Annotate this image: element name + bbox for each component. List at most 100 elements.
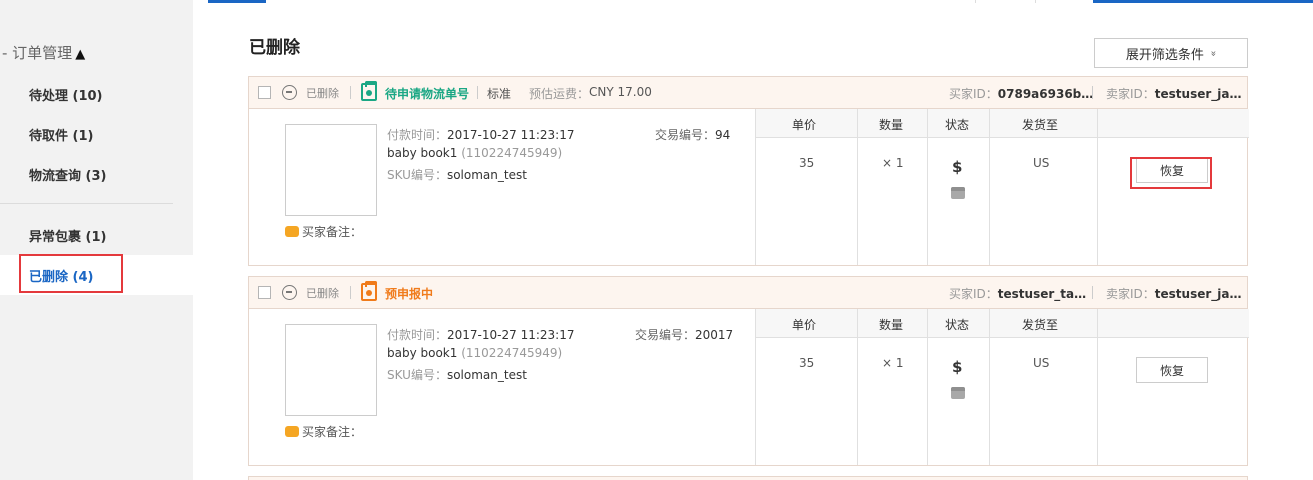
pay-time: 付款时间：2017-10-27 11:23:17 [387,126,574,143]
ship-to-country: US [1033,156,1050,170]
product-thumbnail[interactable] [285,324,377,416]
grid-column-divider [989,309,990,465]
grid-column-divider [1097,109,1098,265]
pay-time-value: 2017-10-27 11:23:17 [447,328,575,342]
unit-price: 35 [799,156,815,170]
payment-dollar-icon: $ [952,358,963,376]
seller-id-value: testuser_ja… [1154,87,1242,101]
order-header: 已删除 待申请物流单号 标准 预估运费： CNY 17.00 买家ID：0789… [249,77,1247,109]
sidebar-item-awaiting-pickup[interactable]: 待取件 (1) [29,125,93,144]
header-unit-price: 单价 [792,118,817,132]
order-body: 付款时间：2017-10-27 11:23:17 交易编号：20017 baby… [249,309,1249,465]
trade-number-label: 交易编号： [655,128,716,142]
header-quantity: 数量 [879,118,904,132]
header-quantity: 数量 [879,318,904,332]
buyer-memo-label: 买家备注： [302,225,363,239]
grid-column-divider [857,309,858,465]
sidebar-item-exception-parcels[interactable]: 异常包裹 (1) [29,226,106,245]
sidebar-item-pending[interactable]: 待处理 (10) [29,85,103,104]
sku-label: SKU编号： [387,168,447,182]
order-header: 已删除 预申报中 买家ID：testuser_ta… 卖家ID：testuser… [249,277,1247,309]
grid-column-divider [989,109,990,265]
package-icon [951,387,965,399]
order-card: 已删除 待申请物流单号 标准 预估运费： CNY 17.00 买家ID：0789… [248,76,1249,266]
unit-price: 35 [799,356,815,370]
order-select-checkbox[interactable] [258,286,271,299]
trade-number: 交易编号：20017 [635,326,733,343]
grid-header-row [756,109,1249,138]
header-separator [1092,286,1093,299]
sidebar-divider [0,203,173,204]
sidebar: - 订单管理 ▲ 待处理 (10) 待取件 (1) 物流查询 (3) 异常包裹 (… [0,0,193,480]
sku-value: soloman_test [446,368,527,382]
order-detail-grid: 单价 数量 状态 发货至 35 × 1 $ US 恢复 [755,309,1249,465]
freight-label: 预估运费： [529,87,590,101]
chat-bubble-icon [285,221,299,237]
grid-header-row [756,309,1249,338]
next-order-card-edge [248,476,1248,480]
page-title: 已删除 [249,38,300,58]
header-separator [1092,86,1093,99]
highlight-box-restore [1130,157,1212,189]
header-status: 状态 [945,118,970,132]
restore-button[interactable]: 恢复 [1136,357,1208,383]
quantity: × 1 [882,156,904,170]
tab-active-indicator-right [1093,0,1313,3]
clipboard-dot [366,90,372,96]
buyer-id-value: 0789a6936b… [997,87,1094,101]
deleted-minus-icon [282,85,297,100]
order-card: 已删除 预申报中 买家ID：testuser_ta… 卖家ID：testuser… [248,276,1249,466]
order-status: 预申报中 [385,287,434,301]
expand-filter-button[interactable]: 展开筛选条件 » [1094,38,1248,68]
quantity: × 1 [882,356,904,370]
payment-dollar-icon: $ [952,158,963,176]
clipboard-dot [366,290,372,296]
sku-value: soloman_test [446,168,527,182]
sidebar-heading[interactable]: - 订单管理 ▲ [2,42,85,63]
order-detail-grid: 单价 数量 状态 发货至 35 × 1 $ US 恢复 [755,109,1249,265]
header-separator [350,86,351,99]
top-tab-strip [193,0,1313,3]
product-id: (110224745949) [461,346,563,360]
trade-number: 交易编号：94 [655,126,730,143]
service-type: 标准 [487,87,512,101]
grid-column-divider [1097,309,1098,465]
seller-id-label: 卖家ID： [1106,87,1155,101]
sidebar-heading-label: - 订单管理 [2,44,73,62]
buyer-id: 买家ID：testuser_ta… [949,285,1086,302]
product-name-value: baby book1 [387,346,458,360]
deleted-tag: 已删除 [306,287,339,300]
highlight-box-sidebar-deleted [19,254,123,293]
product-thumbnail[interactable] [285,124,377,216]
buyer-id-label: 买家ID： [949,87,998,101]
sku: SKU编号：soloman_test [387,166,527,183]
package-icon [951,187,965,199]
seller-id-label: 卖家ID： [1106,287,1155,301]
header-separator [350,286,351,299]
freight-value: CNY 17.00 [589,85,652,99]
caret-up-icon: ▲ [75,47,86,62]
trade-number-label: 交易编号： [635,328,696,342]
buyer-memo: 买家备注： [285,221,363,240]
sidebar-item-logistics-query[interactable]: 物流查询 (3) [29,165,106,184]
deleted-minus-icon [282,285,297,300]
buyer-id-label: 买家ID： [949,287,998,301]
sku: SKU编号：soloman_test [387,366,527,383]
seller-id: 卖家ID：testuser_ja… [1106,85,1242,102]
trade-number-value: 20017 [695,328,734,342]
chat-bubble-icon [285,421,299,437]
pay-time: 付款时间：2017-10-27 11:23:17 [387,326,574,343]
product-id: (110224745949) [461,146,563,160]
order-management-page: - 订单管理 ▲ 待处理 (10) 待取件 (1) 物流查询 (3) 异常包裹 (… [0,0,1313,480]
pay-time-label: 付款时间： [387,328,448,342]
header-unit-price: 单价 [792,318,817,332]
seller-id: 卖家ID：testuser_ja… [1106,285,1242,302]
deleted-tag: 已删除 [306,87,339,100]
product-name[interactable]: baby book1 (110224745949) [387,146,562,160]
product-name-value: baby book1 [387,146,458,160]
product-name[interactable]: baby book1 (110224745949) [387,346,562,360]
order-status: 待申请物流单号 [385,87,470,101]
order-select-checkbox[interactable] [258,86,271,99]
header-ship-to: 发货至 [1022,118,1059,132]
tab-divider [1035,0,1036,3]
